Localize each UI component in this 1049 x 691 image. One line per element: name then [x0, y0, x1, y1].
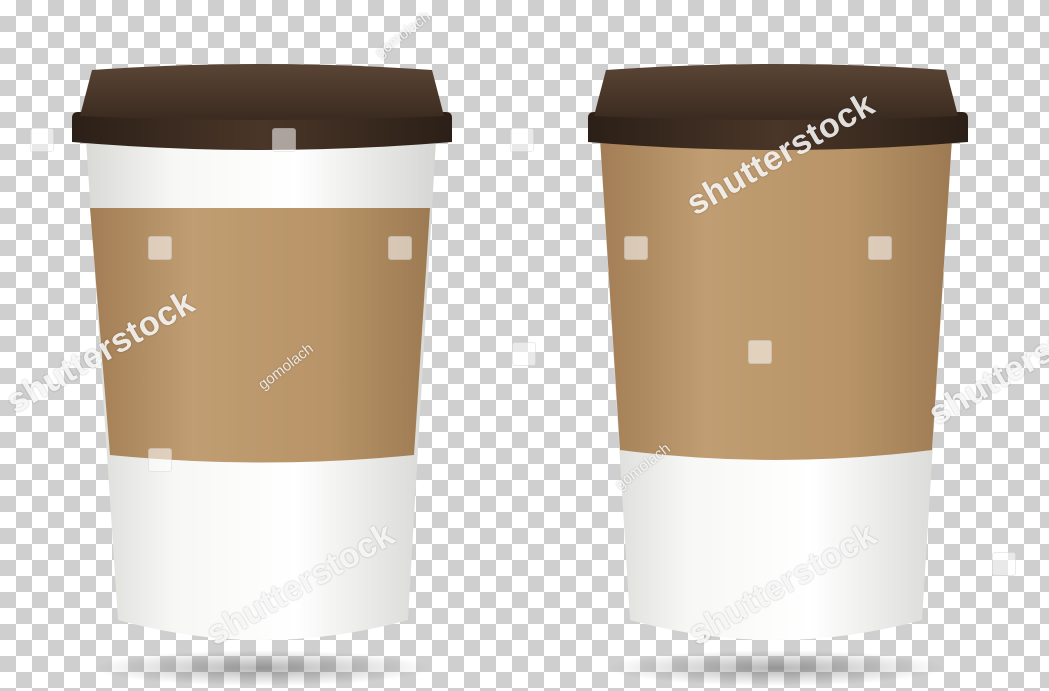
watermark-stamp: [512, 342, 536, 366]
watermark-stamp: [992, 552, 1016, 576]
watermark-stamp: [30, 128, 54, 152]
right-cup-sleeve: [600, 138, 952, 460]
watermark-stamp: [624, 236, 648, 260]
left-cup-shadow: [92, 650, 432, 686]
right-cup-shadow: [606, 650, 946, 686]
watermark-stamp: [148, 236, 172, 260]
watermark-stamp: [510, 128, 534, 152]
left-cup-lid-top: [80, 64, 444, 120]
right-cup-lid-top: [594, 64, 958, 120]
watermark-stamp: [868, 236, 892, 260]
watermark-stamp: [272, 128, 296, 152]
watermark-stamp: [148, 448, 172, 472]
watermark-stamp: [748, 340, 772, 364]
watermark-stamp: [388, 236, 412, 260]
